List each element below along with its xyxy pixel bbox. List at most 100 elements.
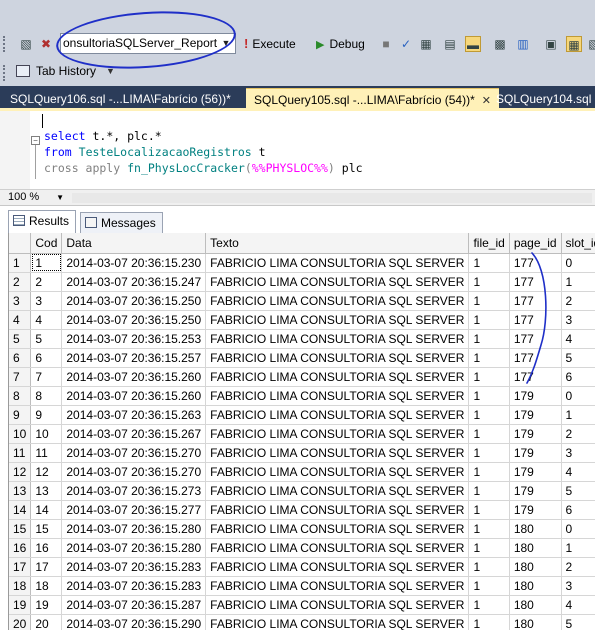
cell-file-id[interactable]: 1 xyxy=(468,405,510,425)
cell-texto[interactable]: FABRICIO LIMA CONSULTORIA SQL SERVER xyxy=(205,462,470,482)
client-statistics-icon[interactable]: ▥ xyxy=(515,36,531,52)
table-row[interactable]: 13 13 2014-03-07 20:36:15.273 FABRICIO LIMA… xyxy=(9,481,595,501)
cell-slot-id[interactable]: 1 xyxy=(561,272,595,292)
cell-data[interactable]: 2014-03-07 20:36:15.283 xyxy=(61,557,207,577)
cell-cod[interactable]: 17 xyxy=(30,557,63,577)
toolbar-grip[interactable] xyxy=(3,65,7,81)
cell-cod[interactable]: 20 xyxy=(30,614,63,630)
row-number[interactable]: 16 xyxy=(9,538,32,558)
cell-texto[interactable]: FABRICIO LIMA CONSULTORIA SQL SERVER xyxy=(205,424,470,444)
cell-page-id[interactable]: 180 xyxy=(509,614,562,630)
cell-cod[interactable]: 6 xyxy=(30,348,63,368)
cell-cod[interactable]: 5 xyxy=(30,329,63,349)
table-row[interactable]: 9 9 2014-03-07 20:36:15.263 FABRICIO LIMA C… xyxy=(9,405,595,425)
cell-data[interactable]: 2014-03-07 20:36:15.290 xyxy=(61,614,207,630)
results-to-text-icon[interactable]: ▣ xyxy=(543,36,559,52)
cell-page-id[interactable]: 177 xyxy=(509,367,562,387)
cell-file-id[interactable]: 1 xyxy=(468,329,510,349)
cell-data[interactable]: 2014-03-07 20:36:15.230 xyxy=(61,253,207,273)
doc-tab-sqlquery106[interactable]: SQLQuery106.sql -...LIMA\Fabrício (56))* xyxy=(2,88,239,110)
cell-slot-id[interactable]: 5 xyxy=(561,481,595,501)
cell-texto[interactable]: FABRICIO LIMA CONSULTORIA SQL SERVER xyxy=(205,367,470,387)
row-number[interactable]: 18 xyxy=(9,576,32,596)
table-row[interactable]: 18 18 2014-03-07 20:36:15.283 FABRICIO LIMA… xyxy=(9,576,595,596)
cell-page-id[interactable]: 179 xyxy=(509,386,562,406)
cell-page-id[interactable]: 177 xyxy=(509,310,562,330)
cell-cod[interactable]: 3 xyxy=(30,291,63,311)
table-row[interactable]: 16 16 2014-03-07 20:36:15.280 FABRICIO LIMA… xyxy=(9,538,595,558)
row-number[interactable]: 2 xyxy=(9,272,32,292)
cell-file-id[interactable]: 1 xyxy=(468,348,510,368)
table-row[interactable]: 7 7 2014-03-07 20:36:15.260 FABRICIO LIMA C… xyxy=(9,367,595,387)
tab-history-button[interactable]: Tab History xyxy=(16,62,96,80)
cell-page-id[interactable]: 177 xyxy=(509,272,562,292)
row-number[interactable]: 5 xyxy=(9,329,32,349)
cell-data[interactable]: 2014-03-07 20:36:15.270 xyxy=(61,443,207,463)
cell-texto[interactable]: FABRICIO LIMA CONSULTORIA SQL SERVER xyxy=(205,519,470,539)
cell-cod[interactable]: 7 xyxy=(30,367,63,387)
debug-button[interactable]: ▶ Debug xyxy=(316,35,365,53)
cell-page-id[interactable]: 177 xyxy=(509,348,562,368)
database-select[interactable]: onsultoriaSQLServer_Report ▼ xyxy=(60,33,236,54)
row-number[interactable]: 6 xyxy=(9,348,32,368)
col-data[interactable]: Data xyxy=(61,233,207,254)
row-number[interactable]: 14 xyxy=(9,500,32,520)
cell-file-id[interactable]: 1 xyxy=(468,386,510,406)
cell-texto[interactable]: FABRICIO LIMA CONSULTORIA SQL SERVER xyxy=(205,291,470,311)
cell-data[interactable]: 2014-03-07 20:36:15.253 xyxy=(61,329,207,349)
cell-file-id[interactable]: 1 xyxy=(468,272,510,292)
table-row[interactable]: 2 2 2014-03-07 20:36:15.247 FABRICIO LIMA C… xyxy=(9,272,595,292)
table-row[interactable]: 15 15 2014-03-07 20:36:15.280 FABRICIO LIMA… xyxy=(9,519,595,539)
table-row[interactable]: 12 12 2014-03-07 20:36:15.270 FABRICIO LIMA… xyxy=(9,462,595,482)
parse-icon[interactable]: ✓ xyxy=(398,36,414,52)
row-number[interactable]: 20 xyxy=(9,614,32,630)
cell-slot-id[interactable]: 0 xyxy=(561,519,595,539)
row-number[interactable]: 13 xyxy=(9,481,32,501)
cell-data[interactable]: 2014-03-07 20:36:15.267 xyxy=(61,424,207,444)
row-number[interactable]: 7 xyxy=(9,367,32,387)
cell-cod[interactable]: 15 xyxy=(30,519,63,539)
cell-file-id[interactable]: 1 xyxy=(468,253,510,273)
cell-data[interactable]: 2014-03-07 20:36:15.257 xyxy=(61,348,207,368)
table-row[interactable]: 3 3 2014-03-07 20:36:15.250 FABRICIO LIMA C… xyxy=(9,291,595,311)
cell-data[interactable]: 2014-03-07 20:36:15.263 xyxy=(61,405,207,425)
cell-texto[interactable]: FABRICIO LIMA CONSULTORIA SQL SERVER xyxy=(205,310,470,330)
cell-cod[interactable]: 9 xyxy=(30,405,63,425)
execute-button[interactable]: ! Execute xyxy=(244,35,296,53)
cell-slot-id[interactable]: 2 xyxy=(561,557,595,577)
cell-data[interactable]: 2014-03-07 20:36:15.247 xyxy=(61,272,207,292)
estimated-plan-icon[interactable]: ▦ xyxy=(418,36,434,52)
cell-data[interactable]: 2014-03-07 20:36:15.280 xyxy=(61,538,207,558)
cell-file-id[interactable]: 1 xyxy=(468,557,510,577)
col-slot-id[interactable]: slot_id xyxy=(561,233,595,254)
row-number[interactable]: 19 xyxy=(9,595,32,615)
cell-file-id[interactable]: 1 xyxy=(468,538,510,558)
connect-icon[interactable]: ▧ xyxy=(18,36,34,52)
cell-slot-id[interactable]: 0 xyxy=(561,253,595,273)
cell-file-id[interactable]: 1 xyxy=(468,462,510,482)
table-row[interactable]: 17 17 2014-03-07 20:36:15.283 FABRICIO LIMA… xyxy=(9,557,595,577)
collapse-icon[interactable]: − xyxy=(31,136,40,145)
cell-page-id[interactable]: 177 xyxy=(509,329,562,349)
cell-page-id[interactable]: 179 xyxy=(509,424,562,444)
cell-slot-id[interactable]: 6 xyxy=(561,367,595,387)
cell-cod[interactable]: 12 xyxy=(30,462,63,482)
cell-texto[interactable]: FABRICIO LIMA CONSULTORIA SQL SERVER xyxy=(205,481,470,501)
row-number-header[interactable] xyxy=(9,233,32,254)
results-to-grid-icon[interactable]: ▦ xyxy=(566,36,582,52)
cell-data[interactable]: 2014-03-07 20:36:15.260 xyxy=(61,367,207,387)
cell-slot-id[interactable]: 5 xyxy=(561,348,595,368)
cell-page-id[interactable]: 179 xyxy=(509,500,562,520)
cell-cod[interactable]: 18 xyxy=(30,576,63,596)
cell-slot-id[interactable]: 1 xyxy=(561,405,595,425)
cell-texto[interactable]: FABRICIO LIMA CONSULTORIA SQL SERVER xyxy=(205,348,470,368)
table-row[interactable]: 1 1 2014-03-07 20:36:15.230 FABRICIO LIMA C… xyxy=(9,253,595,273)
cell-file-id[interactable]: 1 xyxy=(468,310,510,330)
table-row[interactable]: 11 11 2014-03-07 20:36:15.270 FABRICIO LIMA… xyxy=(9,443,595,463)
cell-slot-id[interactable]: 3 xyxy=(561,310,595,330)
cell-cod[interactable]: 10 xyxy=(30,424,63,444)
cell-file-id[interactable]: 1 xyxy=(468,443,510,463)
table-row[interactable]: 8 8 2014-03-07 20:36:15.260 FABRICIO LIMA C… xyxy=(9,386,595,406)
cell-slot-id[interactable]: 2 xyxy=(561,291,595,311)
cell-cod[interactable]: 19 xyxy=(30,595,63,615)
